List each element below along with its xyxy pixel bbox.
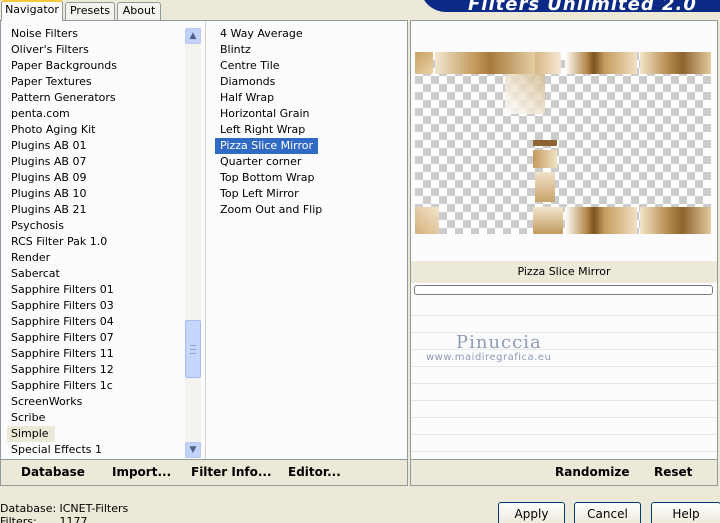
category-item[interactable]: Plugins AB 09	[7, 170, 182, 186]
parameter-row	[411, 367, 717, 384]
reset-button[interactable]: Reset	[654, 465, 692, 479]
category-item[interactable]: Sabercat	[7, 266, 182, 282]
import-button[interactable]: Import...	[112, 465, 171, 479]
parameter-row	[411, 316, 717, 333]
category-item[interactable]: Psychosis	[7, 218, 182, 234]
current-filter-name: Pizza Slice Mirror	[411, 261, 717, 283]
cancel-button[interactable]: Cancel	[574, 502, 641, 523]
parameter-area	[411, 299, 717, 452]
navigator-button-bar: Database Import... Filter Info... Editor…	[0, 460, 408, 486]
category-item[interactable]: Sapphire Filters 12	[7, 362, 182, 378]
category-item[interactable]: Pattern Generators	[7, 90, 182, 106]
filter-list[interactable]: 4 Way Average Blintz Centre Tile Diamonds Ha…	[215, 26, 405, 456]
filter-item[interactable]: Top Left Mirror	[215, 186, 405, 202]
filters-count: 1177	[59, 515, 88, 523]
watermark-url: www.maidiregrafica.eu	[426, 352, 552, 363]
preview-panel: Pizza Slice Mirror	[410, 20, 718, 460]
parameter-row	[411, 418, 717, 435]
category-item[interactable]: Scribe	[7, 410, 182, 426]
category-item[interactable]: Special Effects 1	[7, 442, 182, 458]
preview-image	[415, 52, 711, 234]
filter-item[interactable]: Diamonds	[215, 74, 405, 90]
parameter-row	[411, 401, 717, 418]
category-item[interactable]: Noise Filters	[7, 26, 182, 42]
category-item[interactable]: Sapphire Filters 11	[7, 346, 182, 362]
category-item[interactable]: Plugins AB 10	[7, 186, 182, 202]
category-item[interactable]: Plugins AB 07	[7, 154, 182, 170]
app-title-banner: Filters Unlimited 2.0	[420, 0, 720, 12]
filter-item[interactable]: Quarter corner	[215, 154, 405, 170]
scroll-down-button[interactable]: ▼	[185, 442, 201, 458]
category-item[interactable]: Plugins AB 01	[7, 138, 182, 154]
category-scrollbar[interactable]: ▲ ▼	[185, 28, 201, 458]
category-item[interactable]: penta.com	[7, 106, 182, 122]
chevron-up-icon: ▲	[189, 31, 197, 41]
apply-button[interactable]: Apply	[498, 502, 565, 523]
filter-item[interactable]: Blintz	[215, 42, 405, 58]
filter-item[interactable]: Horizontal Grain	[215, 106, 405, 122]
category-item[interactable]: Photo Aging Kit	[7, 122, 182, 138]
help-button[interactable]: Help	[651, 502, 720, 523]
status-area: Database: ICNET-Filters Filters: 1177	[0, 502, 200, 523]
filter-info-button[interactable]: Filter Info...	[191, 465, 272, 479]
scroll-thumb[interactable]	[185, 320, 201, 378]
scroll-up-button[interactable]: ▲	[185, 28, 201, 44]
category-item[interactable]: Simple	[7, 426, 55, 442]
preview-button-bar: Randomize Reset	[410, 460, 718, 486]
category-item[interactable]: Sapphire Filters 03	[7, 298, 182, 314]
filter-item[interactable]: Zoom Out and Flip	[215, 202, 405, 218]
tab-about[interactable]: About	[117, 2, 161, 20]
database-button[interactable]: Database	[21, 465, 85, 479]
randomize-button[interactable]: Randomize	[555, 465, 629, 479]
parameter-row	[411, 435, 717, 452]
database-label: Database:	[0, 502, 57, 515]
category-item[interactable]: Oliver's Filters	[7, 42, 182, 58]
parameter-row	[411, 299, 717, 316]
navigator-panel: Noise Filters Oliver's Filters Paper Backg…	[0, 20, 408, 460]
tab-navigator[interactable]: Navigator	[1, 0, 63, 21]
editor-button[interactable]: Editor...	[288, 465, 341, 479]
parameter-row	[411, 384, 717, 401]
filter-item[interactable]: Centre Tile	[215, 58, 405, 74]
filter-item[interactable]: Pizza Slice Mirror	[215, 138, 319, 154]
watermark-name: Pinuccia	[456, 332, 542, 353]
list-divider	[205, 21, 206, 459]
filter-item[interactable]: Half Wrap	[215, 90, 405, 106]
category-item[interactable]: Sapphire Filters 07	[7, 330, 182, 346]
category-item[interactable]: Paper Backgrounds	[7, 58, 182, 74]
chevron-down-icon: ▼	[189, 445, 197, 455]
progress-bar	[414, 285, 713, 295]
category-item[interactable]: ScreenWorks	[7, 394, 182, 410]
tab-bar: Navigator Presets About	[0, 0, 420, 21]
category-item[interactable]: RCS Filter Pak 1.0	[7, 234, 182, 250]
filter-item[interactable]: Left Right Wrap	[215, 122, 405, 138]
filters-label: Filters:	[0, 515, 37, 523]
category-list[interactable]: Noise Filters Oliver's Filters Paper Backg…	[7, 26, 182, 462]
category-item[interactable]: Paper Textures	[7, 74, 182, 90]
filter-item[interactable]: 4 Way Average	[215, 26, 405, 42]
category-item[interactable]: Sapphire Filters 1c	[7, 378, 182, 394]
filter-item[interactable]: Top Bottom Wrap	[215, 170, 405, 186]
database-value: ICNET-Filters	[59, 502, 129, 515]
category-item[interactable]: Plugins AB 21	[7, 202, 182, 218]
category-item[interactable]: Render	[7, 250, 182, 266]
category-item[interactable]: Sapphire Filters 04	[7, 314, 182, 330]
category-item[interactable]: Sapphire Filters 01	[7, 282, 182, 298]
tab-presets[interactable]: Presets	[65, 2, 115, 20]
